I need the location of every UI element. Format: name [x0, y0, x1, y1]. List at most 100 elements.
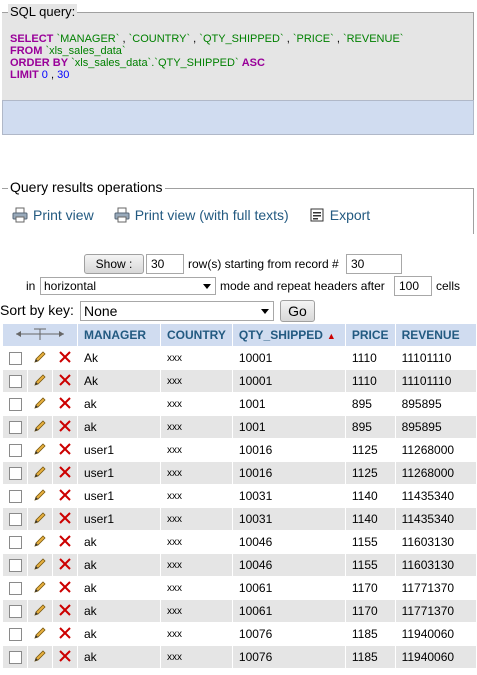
row-count-input[interactable]: 30	[146, 254, 184, 274]
sort-key-select[interactable]: None	[80, 301, 274, 321]
edit-row-button[interactable]	[28, 577, 52, 599]
edit-row-button[interactable]	[28, 416, 52, 438]
delete-row-button[interactable]	[53, 416, 77, 438]
start-record-input[interactable]: 30	[346, 254, 402, 274]
cell-price: 1140	[345, 508, 395, 530]
checkbox[interactable]	[8, 352, 22, 366]
edit-row-button[interactable]	[28, 646, 52, 668]
checkbox[interactable]	[8, 490, 22, 504]
delete-row-button[interactable]	[53, 439, 77, 461]
pencil-icon	[34, 488, 46, 501]
cell-price: 1170	[345, 600, 395, 622]
delete-row-button[interactable]	[53, 554, 77, 576]
checkbox[interactable]	[8, 536, 22, 550]
row-select-checkbox[interactable]	[3, 462, 27, 484]
checkbox[interactable]	[8, 421, 22, 435]
edit-row-button[interactable]	[28, 554, 52, 576]
delete-row-button[interactable]	[53, 347, 77, 369]
edit-row-button[interactable]	[28, 393, 52, 415]
column-header-manager[interactable]: MANAGER	[78, 324, 160, 346]
table-row: ak xxx 10046 1155 11603130	[3, 554, 476, 576]
delete-row-button[interactable]	[53, 531, 77, 553]
row-select-checkbox[interactable]	[3, 416, 27, 438]
row-select-checkbox[interactable]	[3, 623, 27, 645]
checkbox[interactable]	[8, 375, 22, 389]
cells-label: cells	[436, 279, 461, 293]
row-select-checkbox[interactable]	[3, 439, 27, 461]
checkbox[interactable]	[8, 444, 22, 458]
sql-line-limit: LIMIT 0 , 30	[10, 69, 70, 81]
checkbox[interactable]	[8, 582, 22, 596]
cell-manager: ak	[78, 646, 160, 668]
column-header-revenue[interactable]: REVENUE	[395, 324, 476, 346]
checkbox[interactable]	[8, 605, 22, 619]
row-select-checkbox[interactable]	[3, 577, 27, 599]
pencil-icon	[34, 534, 46, 547]
row-select-checkbox[interactable]	[3, 485, 27, 507]
checkbox[interactable]	[8, 398, 22, 412]
edit-row-button[interactable]	[28, 347, 52, 369]
show-button[interactable]: Show :	[84, 254, 144, 274]
edit-row-button[interactable]	[28, 600, 52, 622]
table-row: user1 xxx 10031 1140 11435340	[3, 485, 476, 507]
delete-row-button[interactable]	[53, 577, 77, 599]
cell-revenue: 11101110	[395, 370, 476, 392]
delete-row-button[interactable]	[53, 370, 77, 392]
cell-price: 1125	[345, 462, 395, 484]
pencil-icon	[34, 626, 46, 639]
edit-row-button[interactable]	[28, 531, 52, 553]
column-header-country[interactable]: COUNTRY	[161, 324, 232, 346]
cell-qty-shipped: 10031	[232, 485, 345, 507]
cell-price: 1185	[345, 623, 395, 645]
edit-row-button[interactable]	[28, 508, 52, 530]
row-select-checkbox[interactable]	[3, 554, 27, 576]
checkbox[interactable]	[8, 559, 22, 573]
cell-manager: user1	[78, 485, 160, 507]
delete-row-button[interactable]	[53, 600, 77, 622]
query-results-operations: Query results operations Print view Prin…	[2, 179, 474, 234]
delete-row-button[interactable]	[53, 623, 77, 645]
row-select-checkbox[interactable]	[3, 531, 27, 553]
operations-legend: Query results operations	[8, 179, 165, 195]
cell-country: xxx	[161, 577, 232, 599]
checkbox[interactable]	[8, 651, 22, 665]
delete-x-icon	[59, 626, 71, 639]
column-resize-handle[interactable]	[3, 324, 77, 346]
print-view-full-link[interactable]: Print view (with full texts)	[114, 207, 289, 223]
row-select-checkbox[interactable]	[3, 347, 27, 369]
delete-row-button[interactable]	[53, 462, 77, 484]
cell-country: xxx	[161, 531, 232, 553]
row-select-checkbox[interactable]	[3, 600, 27, 622]
cell-qty-shipped: 10016	[232, 439, 345, 461]
table-row: user1 xxx 10016 1125 11268000	[3, 439, 476, 461]
repeat-headers-input[interactable]: 100	[394, 276, 432, 296]
delete-x-icon	[59, 580, 71, 593]
pencil-icon	[34, 419, 46, 432]
column-header-price[interactable]: PRICE	[345, 324, 395, 346]
delete-row-button[interactable]	[53, 393, 77, 415]
edit-row-button[interactable]	[28, 623, 52, 645]
cell-country: xxx	[161, 439, 232, 461]
edit-row-button[interactable]	[28, 439, 52, 461]
row-select-checkbox[interactable]	[3, 370, 27, 392]
column-header-qty-shipped[interactable]: QTY_SHIPPED ▲	[232, 324, 345, 346]
cell-price: 1140	[345, 485, 395, 507]
delete-row-button[interactable]	[53, 646, 77, 668]
print-view-link[interactable]: Print view	[12, 207, 94, 223]
edit-row-button[interactable]	[28, 462, 52, 484]
edit-row-button[interactable]	[28, 370, 52, 392]
table-row: ak xxx 10076 1185 11940060	[3, 646, 476, 668]
checkbox[interactable]	[8, 628, 22, 642]
checkbox[interactable]	[8, 513, 22, 527]
checkbox[interactable]	[8, 467, 22, 481]
go-button[interactable]: Go	[280, 300, 315, 322]
display-mode-select[interactable]: horizontal	[40, 277, 216, 295]
edit-row-button[interactable]	[28, 485, 52, 507]
delete-row-button[interactable]	[53, 485, 77, 507]
row-select-checkbox[interactable]	[3, 393, 27, 415]
row-select-checkbox[interactable]	[3, 646, 27, 668]
export-link[interactable]: Export	[309, 207, 370, 223]
row-select-checkbox[interactable]	[3, 508, 27, 530]
sql-line-select: SELECT `MANAGER` , `COUNTRY` , `QTY_SHIP…	[10, 33, 404, 45]
delete-row-button[interactable]	[53, 508, 77, 530]
